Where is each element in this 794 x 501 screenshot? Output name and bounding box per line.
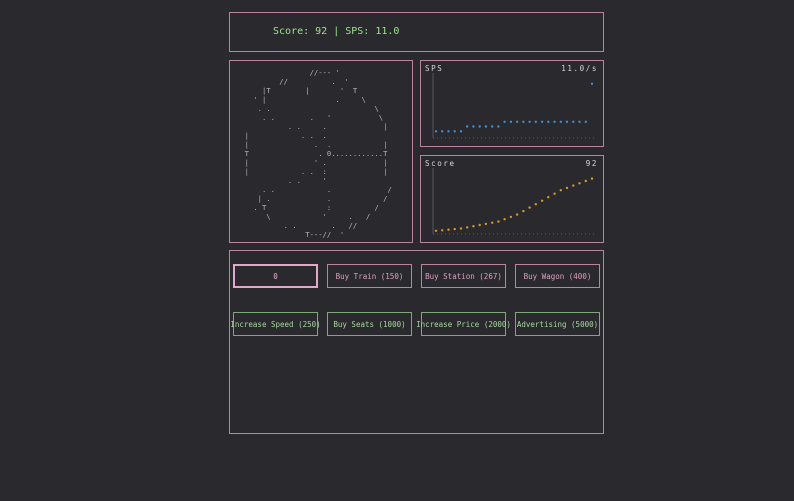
sps-point — [515, 120, 519, 123]
sps-point — [472, 125, 475, 128]
advertising-button[interactable]: Advertising (5000) — [515, 312, 600, 336]
sps-point — [522, 120, 525, 123]
score-point — [497, 220, 500, 223]
sps-point — [453, 130, 456, 133]
sps-point — [491, 125, 494, 128]
score-point — [522, 209, 525, 213]
sps-point — [434, 130, 438, 133]
score-point — [559, 189, 562, 192]
sps-point — [540, 120, 544, 123]
score-point — [528, 206, 531, 209]
buy-seats-button[interactable]: Buy Seats (1000) — [327, 312, 412, 336]
sps-point — [466, 125, 469, 128]
sps-point — [578, 120, 581, 123]
sps-point — [584, 120, 587, 123]
increase-speed-button[interactable]: Increase Speed (250) — [230, 312, 321, 336]
score-point — [434, 229, 438, 232]
score-point — [491, 221, 494, 224]
sps-point — [553, 120, 556, 123]
score-point — [584, 179, 587, 183]
train-wheel-display: //--- ' // . ' |T | ' T ' | . \ . . \ . … — [229, 60, 413, 243]
sps-point — [534, 120, 537, 123]
score-point — [515, 213, 519, 216]
score-point — [453, 227, 456, 231]
score-point — [590, 177, 594, 180]
score-chart-value: 92 — [585, 159, 598, 168]
buy-wagon-button[interactable]: Buy Wagon (400) — [515, 264, 600, 288]
sps-point — [478, 125, 481, 128]
sps-point — [559, 120, 562, 123]
sps-chart-panel: SPS 11.0/s — [420, 60, 604, 147]
score-point — [565, 186, 569, 190]
score-point — [441, 229, 444, 232]
score-chart — [432, 168, 597, 235]
sps-point — [497, 125, 500, 128]
sps-point — [459, 130, 463, 133]
sps-point — [447, 130, 450, 133]
score-point — [534, 203, 537, 206]
sps-point — [528, 120, 531, 123]
score-point — [547, 196, 550, 199]
score-point — [540, 199, 544, 202]
score-point — [459, 227, 463, 230]
sps-chart-value: 11.0/s — [561, 64, 598, 73]
score-point — [447, 228, 450, 231]
sps-point — [572, 120, 575, 123]
actions-panel: 0 Buy Train (150) Buy Station (267) Buy … — [229, 250, 604, 434]
score-point — [503, 218, 506, 221]
sps-point — [441, 130, 444, 133]
sps-point — [484, 125, 488, 128]
status-header: Score: 92 | SPS: 11.0 — [229, 12, 604, 52]
buy-train-button[interactable]: Buy Train (150) — [327, 264, 412, 288]
score-point — [578, 182, 581, 185]
score-point — [553, 192, 556, 195]
click-counter-button[interactable]: 0 — [233, 264, 318, 288]
score-point — [509, 215, 513, 219]
sps-chart — [432, 73, 597, 139]
sps-point — [547, 120, 550, 123]
score-sps-readout: Score: 92 | SPS: 11.0 — [273, 26, 400, 37]
score-chart-panel: Score 92 — [420, 155, 604, 243]
score-point — [472, 225, 475, 228]
sps-point — [565, 120, 569, 123]
score-point — [484, 222, 488, 226]
score-chart-title: Score — [425, 159, 456, 168]
sps-point — [590, 82, 594, 85]
sps-chart-title: SPS — [425, 64, 444, 73]
sps-point — [503, 120, 506, 123]
buy-station-button[interactable]: Buy Station (267) — [421, 264, 506, 288]
increase-price-button[interactable]: Increase Price (2000) — [416, 312, 511, 336]
ascii-wheel-art: //--- ' // . ' |T | ' T ' | . \ . . \ . … — [244, 68, 392, 239]
score-point — [466, 226, 469, 229]
score-point — [572, 184, 575, 187]
score-point — [478, 223, 481, 227]
sps-point — [509, 120, 513, 123]
